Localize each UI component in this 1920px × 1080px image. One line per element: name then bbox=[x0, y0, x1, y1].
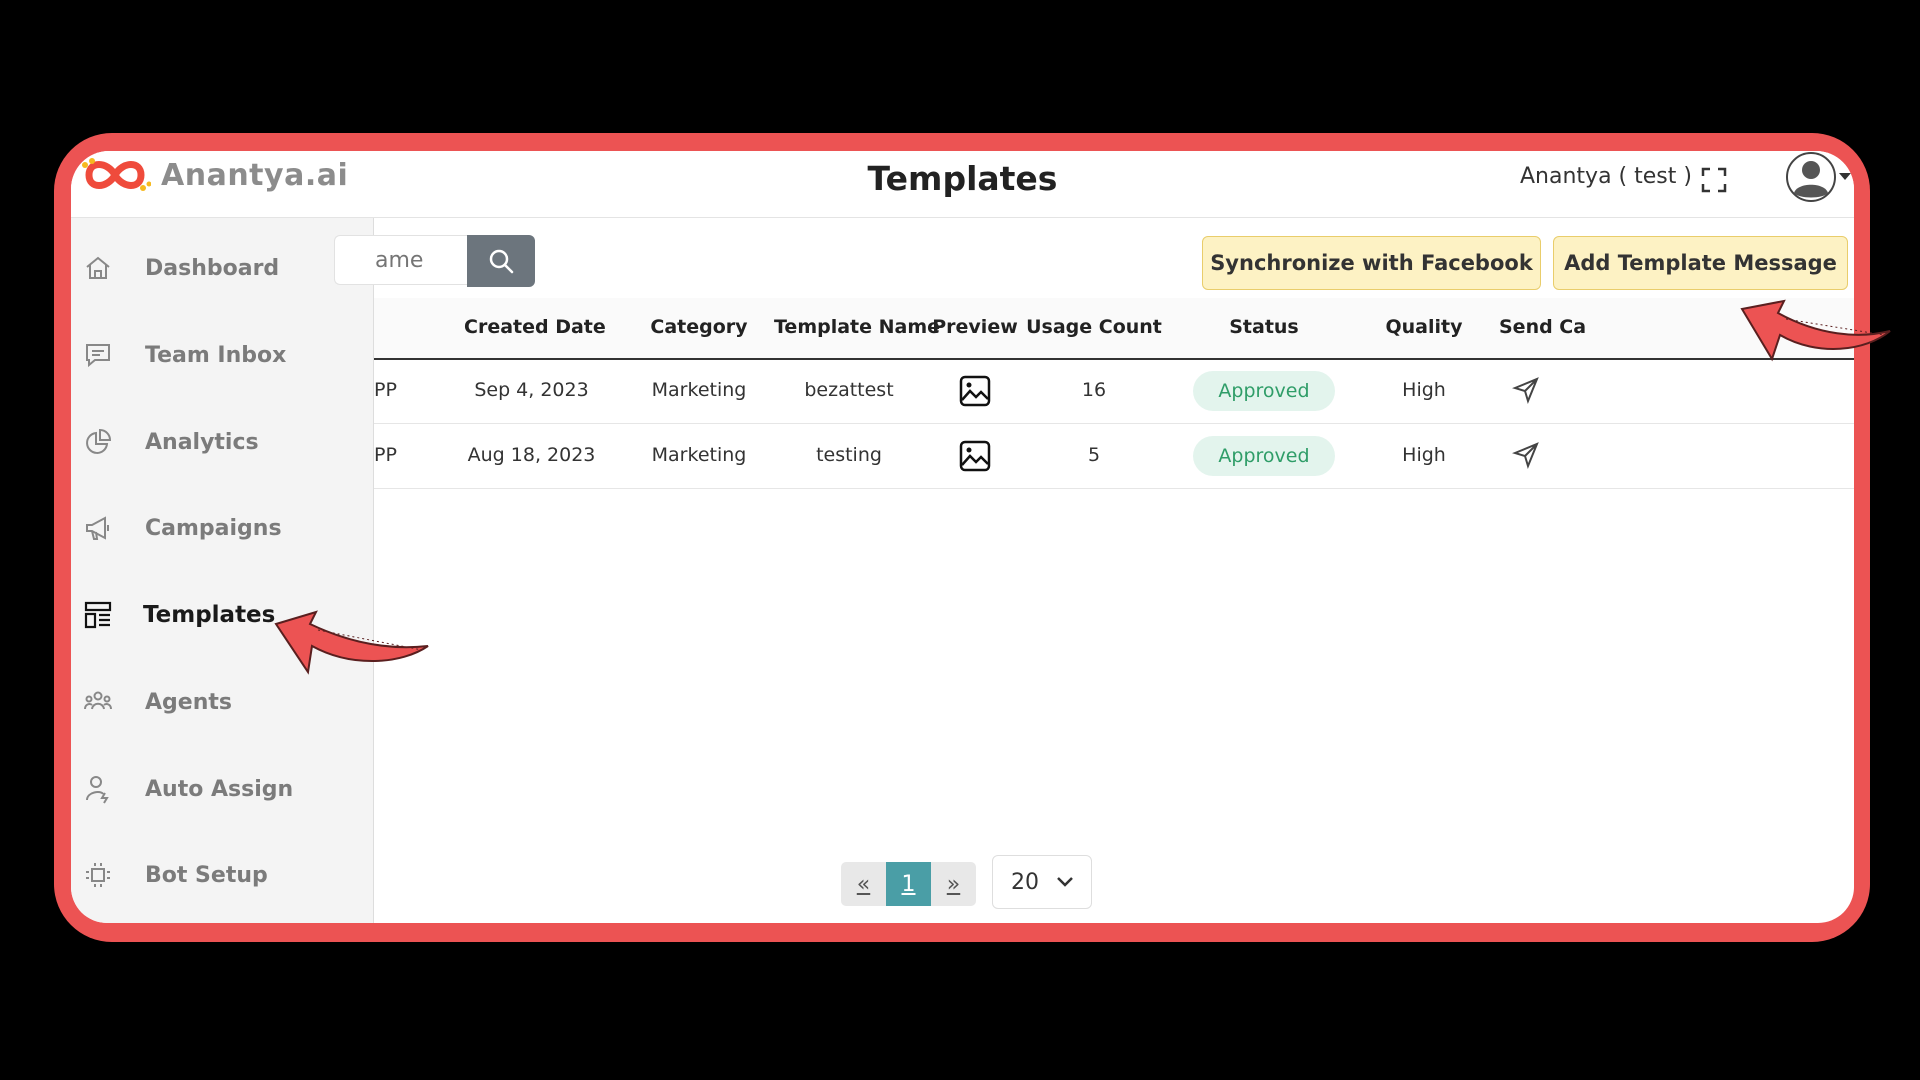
search-button[interactable] bbox=[467, 235, 535, 287]
sidebar-item-label: Dashboard bbox=[145, 255, 280, 281]
sidebar-item-bot-setup[interactable]: Bot Setup bbox=[71, 845, 373, 905]
image-preview-icon[interactable] bbox=[959, 440, 991, 472]
add-template-button[interactable]: Add Template Message bbox=[1553, 236, 1848, 290]
sidebar-item-label: Agents bbox=[145, 689, 232, 715]
search-icon bbox=[489, 249, 514, 274]
column-header-created-date[interactable]: Created Date bbox=[464, 316, 606, 338]
sidebar-item-label: Bot Setup bbox=[145, 862, 268, 888]
category-cell: Marketing bbox=[651, 379, 747, 401]
category-cell: Marketing bbox=[651, 444, 747, 466]
sidebar-item-label: Team Inbox bbox=[145, 342, 287, 368]
account-name: Anantya ( test ) bbox=[1520, 164, 1692, 189]
send-icon[interactable] bbox=[1512, 441, 1540, 469]
sidebar-item-label: Campaigns bbox=[145, 515, 282, 541]
sidebar-item-label: Auto Assign bbox=[145, 776, 294, 802]
column-header-preview[interactable]: Preview bbox=[930, 316, 1020, 338]
created-date-cell: Aug 18, 2023 bbox=[467, 444, 596, 466]
next-page-button[interactable]: » bbox=[931, 862, 976, 906]
column-header-status[interactable]: Status bbox=[1214, 316, 1314, 338]
sidebar-item-dashboard[interactable]: Dashboard bbox=[71, 238, 373, 298]
sidebar-item-auto-assign[interactable]: Auto Assign bbox=[71, 759, 373, 819]
annotation-arrow-icon bbox=[1740, 299, 1891, 362]
caret-down-icon[interactable] bbox=[1839, 173, 1851, 181]
column-header-category[interactable]: Category bbox=[644, 316, 754, 338]
fullscreen-icon[interactable] bbox=[1700, 166, 1728, 194]
table-header: Created Date Category Template Name Prev… bbox=[374, 298, 1854, 360]
send-icon[interactable] bbox=[1512, 376, 1540, 404]
status-badge: Approved bbox=[1193, 371, 1335, 411]
column-header-send-campaign[interactable]: Send Ca bbox=[1499, 316, 1599, 338]
usage-count-cell: 16 bbox=[1081, 379, 1107, 401]
table-row[interactable]: PP Aug 18, 2023 Marketing testing 5 Appr… bbox=[374, 424, 1854, 489]
template-name-cell: bezattest bbox=[804, 379, 894, 401]
table-row[interactable]: PP Sep 4, 2023 Marketing bezattest 16 Ap… bbox=[374, 359, 1854, 424]
image-preview-icon[interactable] bbox=[959, 375, 991, 407]
app-window: Anantya.ai Templates Anantya ( test ) Da… bbox=[71, 151, 1854, 923]
user-avatar-icon[interactable] bbox=[1785, 151, 1837, 203]
bot-icon bbox=[86, 863, 110, 887]
megaphone-icon bbox=[86, 516, 109, 540]
page-size-select[interactable]: 20 bbox=[992, 855, 1092, 909]
chat-icon bbox=[86, 344, 110, 368]
page-size-value: 20 bbox=[1011, 869, 1039, 895]
sidebar-item-agents[interactable]: Agents bbox=[71, 672, 373, 732]
prev-page-button[interactable]: « bbox=[841, 862, 886, 906]
status-badge: Approved bbox=[1193, 436, 1335, 476]
home-icon bbox=[86, 256, 110, 279]
row-prefix-cell: PP bbox=[374, 379, 397, 401]
row-prefix-cell: PP bbox=[374, 444, 397, 466]
column-header-template-name[interactable]: Template Name bbox=[774, 316, 940, 338]
users-icon bbox=[84, 691, 112, 710]
main-content: Synchronize with Facebook Add Template M… bbox=[334, 218, 1854, 923]
chevron-down-icon bbox=[1057, 877, 1073, 887]
sync-facebook-button[interactable]: Synchronize with Facebook bbox=[1202, 236, 1541, 290]
search-input[interactable] bbox=[334, 235, 467, 285]
user-bolt-icon bbox=[86, 776, 109, 804]
sidebar-item-label: Templates bbox=[143, 602, 276, 628]
column-header-usage-count[interactable]: Usage Count bbox=[1024, 316, 1164, 338]
sidebar-item-analytics[interactable]: Analytics bbox=[71, 412, 373, 472]
pagination: « 1 » bbox=[841, 862, 976, 906]
templates-icon bbox=[84, 601, 112, 629]
sidebar-item-campaigns[interactable]: Campaigns bbox=[71, 498, 373, 558]
quality-cell: High bbox=[1402, 379, 1446, 401]
annotation-arrow-icon bbox=[274, 610, 429, 675]
sidebar-item-team-inbox[interactable]: Team Inbox bbox=[71, 325, 373, 385]
top-header: Anantya.ai Templates Anantya ( test ) bbox=[71, 151, 1854, 218]
pie-chart-icon bbox=[86, 428, 112, 454]
created-date-cell: Sep 4, 2023 bbox=[474, 379, 589, 401]
usage-count-cell: 5 bbox=[1087, 444, 1101, 466]
page-button-current[interactable]: 1 bbox=[886, 862, 931, 906]
quality-cell: High bbox=[1402, 444, 1446, 466]
column-header-quality[interactable]: Quality bbox=[1374, 316, 1474, 338]
template-name-cell: testing bbox=[816, 444, 882, 466]
sidebar-item-label: Analytics bbox=[145, 429, 259, 455]
sidebar: Dashboard Team Inbox Analytics Campaigns bbox=[71, 218, 374, 923]
